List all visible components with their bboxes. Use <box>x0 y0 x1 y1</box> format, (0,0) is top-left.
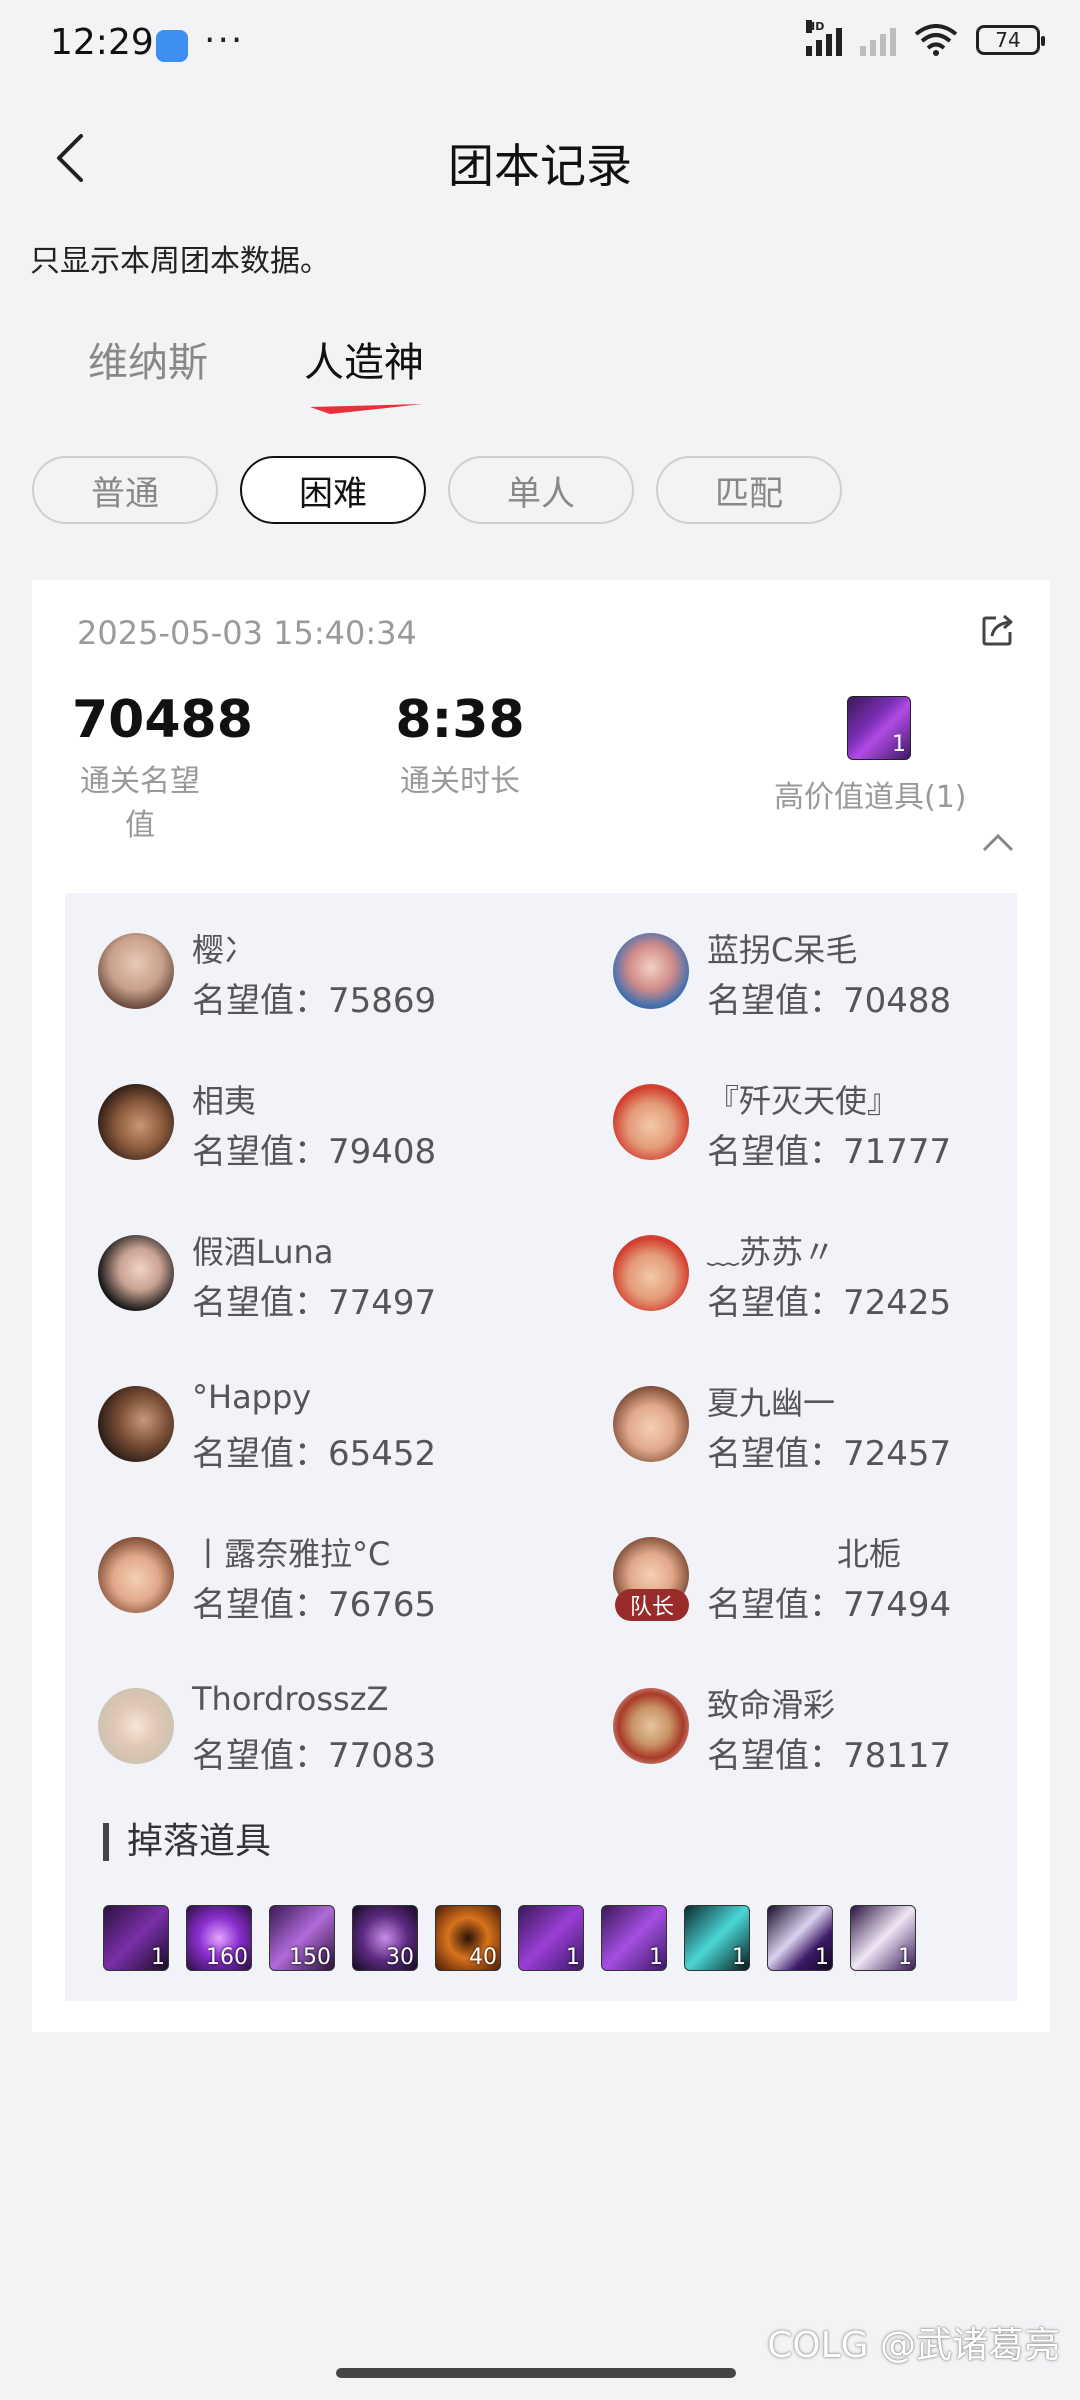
member-name: 北栀 <box>837 1535 902 1573</box>
drop-count: 1 <box>898 1945 912 1970</box>
member-name: °Happy <box>192 1378 312 1416</box>
drop-item[interactable]: 150 <box>269 1905 335 1971</box>
drops-title: 掉落道具 <box>103 1823 271 1861</box>
drop-item[interactable]: 1 <box>103 1905 169 1971</box>
member-name: 夏九幽一 <box>707 1384 836 1422</box>
drop-count: 1 <box>151 1945 165 1970</box>
duration-label: 通关时长 <box>400 764 520 799</box>
drop-item[interactable]: 1 <box>518 1905 584 1971</box>
member-name: ThordrosszZ <box>192 1680 389 1718</box>
app-notification-icon <box>156 30 188 62</box>
captain-badge: 队长 <box>615 1589 689 1621</box>
avatar <box>98 1084 174 1160</box>
member-reputation: 名望值：65452 <box>192 1434 437 1474</box>
member-reputation: 名望值：71777 <box>707 1132 952 1172</box>
member-reputation: 名望值：72457 <box>707 1434 952 1474</box>
member-name: 假酒Luna <box>192 1233 334 1271</box>
difficulty-filters: 普通 困难 单人 匹配 <box>32 456 842 524</box>
member-name: 相夷 <box>192 1082 257 1120</box>
member-name: 蓝拐C呆毛 <box>707 931 858 969</box>
drop-count: 160 <box>206 1945 248 1970</box>
battery-level: 74 <box>995 28 1021 52</box>
member-reputation: 名望值：79408 <box>192 1132 437 1172</box>
drop-count: 1 <box>732 1945 746 1970</box>
stat-duration: 8:38 通关时长 <box>392 690 528 800</box>
high-value-item-icon[interactable]: 1 <box>847 696 911 760</box>
high-value-item-count: 1 <box>892 732 906 757</box>
drop-item[interactable]: 1 <box>850 1905 916 1971</box>
avatar <box>613 933 689 1009</box>
signal-icon: HD <box>806 20 842 56</box>
tab-venus[interactable]: 维纳斯 <box>88 330 208 388</box>
tab-label: 人造神 <box>304 340 424 386</box>
member-name: 致命滑彩 <box>707 1686 836 1724</box>
avatar <box>613 1084 689 1160</box>
avatar <box>613 1235 689 1311</box>
notice-text: 只显示本周团本数据。 <box>30 244 330 279</box>
member-reputation: 名望值：72425 <box>707 1283 952 1323</box>
page-title: 团本记录 <box>448 139 632 193</box>
watermark: COLG @武诸葛亮 <box>767 2325 1060 2366</box>
member-reputation: 名望值：76765 <box>192 1585 437 1625</box>
app-header: 团本记录 <box>0 90 1080 230</box>
avatar <box>613 1386 689 1462</box>
more-notifications-icon: ··· <box>204 20 245 61</box>
status-icons: HD 74 <box>806 20 1045 56</box>
member-name: 丨露奈雅拉°C <box>192 1535 391 1573</box>
active-tab-underline <box>310 404 422 414</box>
party-panel: 樱冫 名望值：75869 蓝拐C呆毛 名望值：70488 相夷 名望值：7940… <box>65 893 1017 2001</box>
drop-count: 150 <box>289 1945 331 1970</box>
member-name: 樱冫 <box>192 931 257 969</box>
avatar <box>98 1688 174 1764</box>
drop-count: 1 <box>815 1945 829 1970</box>
avatar <box>98 1537 174 1613</box>
wifi-icon <box>914 24 958 56</box>
member-reputation: 名望值：77494 <box>707 1585 952 1625</box>
drop-count: 40 <box>469 1945 497 1970</box>
reputation-value: 70488 <box>72 690 253 750</box>
member-reputation: 名望值：70488 <box>707 981 952 1021</box>
reputation-label: 通关名望值 <box>80 764 200 843</box>
avatar <box>98 1235 174 1311</box>
member-reputation: 名望值：75869 <box>192 981 437 1021</box>
avatar <box>613 1688 689 1764</box>
drop-count: 30 <box>386 1945 414 1970</box>
member-name: ﹏苏苏〃 <box>707 1233 836 1271</box>
status-time: 12:29 <box>50 22 154 63</box>
status-bar: 12:29 ··· HD 74 <box>0 0 1080 90</box>
drop-item[interactable]: 1 <box>684 1905 750 1971</box>
chevron-up-icon[interactable] <box>982 832 1014 854</box>
member-reputation: 名望值：77083 <box>192 1736 437 1776</box>
duration-value: 8:38 <box>395 690 525 750</box>
raid-tabs: 维纳斯 人造神 <box>88 330 424 414</box>
record-datetime: 2025-05-03 15:40:34 <box>77 614 417 652</box>
filter-match[interactable]: 匹配 <box>656 456 842 524</box>
filter-hard[interactable]: 困难 <box>240 456 426 524</box>
filter-normal[interactable]: 普通 <box>32 456 218 524</box>
home-indicator[interactable] <box>336 2368 736 2378</box>
avatar <box>98 933 174 1009</box>
share-icon[interactable] <box>980 612 1016 648</box>
drop-count: 1 <box>649 1945 663 1970</box>
high-value-label: 高价值道具(1) <box>774 780 967 815</box>
drop-item[interactable]: 40 <box>435 1905 501 1971</box>
drop-item[interactable]: 160 <box>186 1905 252 1971</box>
stat-reputation: 70488 通关名望值 <box>72 690 253 844</box>
filter-solo[interactable]: 单人 <box>448 456 634 524</box>
drop-count: 1 <box>566 1945 580 1970</box>
raid-record-card: 2025-05-03 15:40:34 70488 通关名望值 8:38 通关时… <box>32 580 1050 2032</box>
drop-item[interactable]: 30 <box>352 1905 418 1971</box>
member-name: 『歼灭天使』 <box>707 1082 900 1120</box>
avatar <box>98 1386 174 1462</box>
tab-artificial-god[interactable]: 人造神 <box>304 330 424 414</box>
drop-item[interactable]: 1 <box>601 1905 667 1971</box>
signal-secondary-icon <box>860 24 896 56</box>
drop-items: 1 160 150 30 40 1 1 1 1 1 <box>103 1905 916 1971</box>
member-reputation: 名望值：78117 <box>707 1736 952 1776</box>
member-reputation: 名望值：77497 <box>192 1283 437 1323</box>
battery-icon: 74 <box>976 25 1045 55</box>
drop-item[interactable]: 1 <box>767 1905 833 1971</box>
